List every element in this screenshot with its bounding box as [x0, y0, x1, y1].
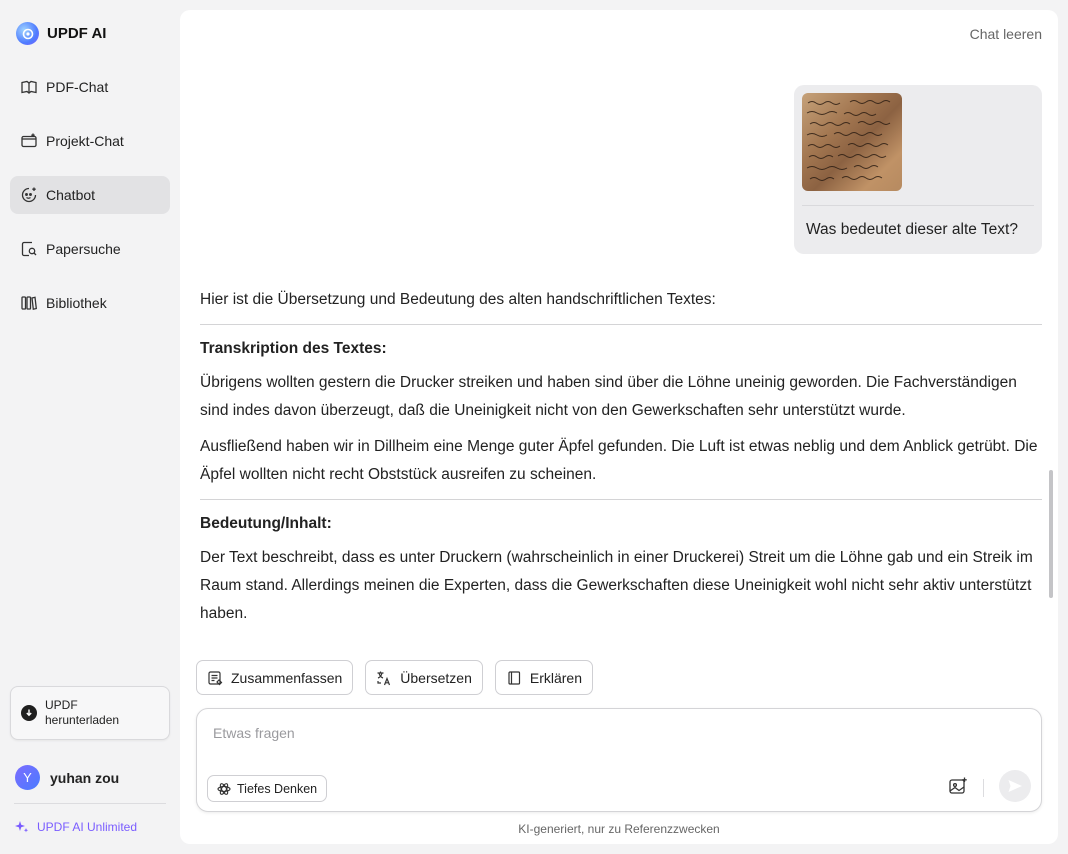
folder-plus-icon [21, 133, 37, 148]
download-label-line2: herunterladen [45, 713, 120, 727]
sidebar-item-pdf-chat[interactable]: PDF-Chat [10, 68, 170, 106]
book-icon [508, 670, 520, 685]
summarize-icon [208, 670, 223, 685]
chat-panel: Chat leeren Was bedeutet dieser alte Tex… [180, 10, 1058, 844]
answer-intro: Hier ist die Übersetzung und Bedeutung d… [200, 291, 716, 308]
quick-actions: Zusammenfassen Übersetzen Erklären [196, 660, 594, 695]
send-button[interactable] [999, 770, 1031, 802]
chat-input-box: Tiefes Denken [196, 708, 1042, 812]
doc-search-icon [21, 241, 37, 257]
atom-icon [217, 782, 231, 795]
explain-label: Erklären [529, 669, 583, 686]
unlimited-label: UPDF AI Unlimited [37, 820, 138, 834]
sidebar-item-label: Bibliothek [46, 295, 107, 311]
updf-logo-icon [16, 22, 39, 45]
clear-chat-button[interactable]: Chat leeren [970, 26, 1042, 42]
sidebar-divider [14, 803, 166, 804]
user-profile[interactable]: Y yuhan zou [15, 765, 119, 790]
answer-divider [200, 499, 1042, 500]
download-icon [21, 705, 37, 721]
assistant-answer: Hier ist die Übersetzung und Bedeutung d… [200, 286, 1042, 636]
sidebar-nav: PDF-Chat Projekt-Chat Chatbot Papersuche… [10, 68, 170, 338]
summarize-button[interactable]: Zusammenfassen [196, 660, 354, 695]
image-add-icon[interactable] [947, 775, 969, 797]
app-logo[interactable]: UPDF AI [16, 22, 106, 45]
chat-scrollbar[interactable] [1049, 470, 1053, 598]
sidebar: UPDF AI PDF-Chat Projekt-Chat Chatbot Pa… [0, 0, 180, 854]
sidebar-item-label: Projekt-Chat [46, 133, 124, 149]
ai-disclaimer: KI-generiert, nur zu Referenzzwecken [518, 822, 720, 836]
sidebar-item-papersuche[interactable]: Papersuche [10, 230, 170, 268]
chat-input[interactable] [213, 725, 1013, 749]
input-separator [983, 779, 984, 797]
avatar: Y [15, 765, 40, 790]
download-label: UPDF herunterladen [45, 698, 119, 728]
translate-button[interactable]: Übersetzen [365, 660, 483, 695]
deep-think-label: Tiefes Denken [237, 781, 318, 796]
library-icon [21, 296, 38, 310]
app-title: UPDF AI [47, 25, 107, 42]
answer-divider [200, 324, 1042, 325]
transcription-paragraph-2: Ausfließend haben wir in Dillheim eine M… [200, 438, 1038, 483]
download-label-line1: UPDF [45, 698, 78, 712]
sidebar-item-bibliothek[interactable]: Bibliothek [10, 284, 170, 322]
transcription-paragraph-1: Übrigens wollten gestern die Drucker str… [200, 374, 1017, 419]
upgrade-unlimited-link[interactable]: UPDF AI Unlimited [15, 820, 137, 834]
chatbot-icon [21, 187, 37, 203]
sidebar-item-label: PDF-Chat [46, 79, 109, 95]
send-icon [1008, 780, 1022, 792]
book-open-icon [21, 80, 37, 94]
sidebar-item-label: Chatbot [46, 187, 96, 203]
sidebar-item-label: Papersuche [46, 241, 121, 257]
sidebar-item-projekt-chat[interactable]: Projekt-Chat [10, 122, 170, 160]
download-updf-button[interactable]: UPDF herunterladen [10, 686, 170, 740]
deep-think-toggle[interactable]: Tiefes Denken [207, 775, 328, 802]
user-message-bubble: Was bedeutet dieser alte Text? [794, 85, 1042, 254]
translate-label: Übersetzen [400, 669, 472, 686]
section-title-transcription: Transkription des Textes: [200, 340, 387, 357]
meaning-paragraph-1: Der Text beschreibt, dass es unter Druck… [200, 549, 1033, 622]
summarize-label: Zusammenfassen [231, 669, 343, 686]
section-title-meaning: Bedeutung/Inhalt: [200, 515, 332, 532]
translate-icon [377, 671, 391, 685]
sparkle-icon [15, 821, 29, 833]
user-name: yuhan zou [50, 769, 120, 786]
uploaded-image-thumbnail[interactable] [802, 93, 902, 191]
user-message-text: Was bedeutet dieser alte Text? [806, 221, 1018, 238]
sidebar-item-chatbot[interactable]: Chatbot [10, 176, 170, 214]
handwriting-image [806, 100, 891, 181]
bubble-divider [802, 205, 1034, 206]
explain-button[interactable]: Erklären [494, 660, 594, 695]
